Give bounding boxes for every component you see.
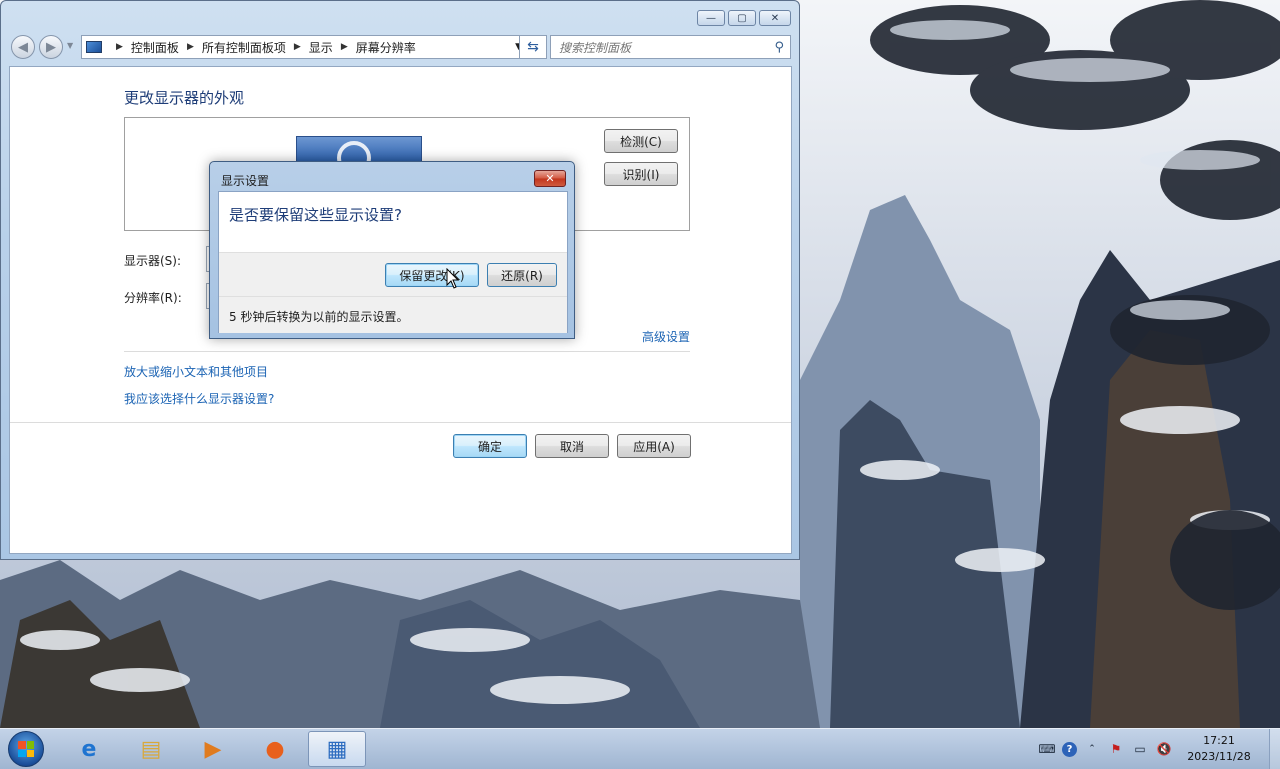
navigation-bar: ◀ ▶ ▼ ▶ 控制面板 ▶ 所有控制面板项 ▶ 显示 ▶ 屏幕分辨率 ▼ ⇆ … xyxy=(9,33,791,59)
breadcrumb-screen-resolution[interactable]: 屏幕分辨率 xyxy=(356,39,416,56)
back-arrow-icon: ◀ xyxy=(18,39,28,55)
taskbar-internet-explorer[interactable]: e xyxy=(60,731,118,767)
search-input[interactable] xyxy=(557,37,761,59)
dialog-button-bar: 保留更改(K) 还原(R) xyxy=(219,252,567,297)
close-button[interactable]: ✕ xyxy=(759,10,791,26)
breadcrumb-arrow-icon[interactable]: ▶ xyxy=(294,42,301,52)
breadcrumb-arrow-icon[interactable]: ▶ xyxy=(187,42,194,52)
apply-button[interactable]: 应用(A) xyxy=(617,434,691,458)
close-icon: ✕ xyxy=(545,172,555,185)
clock[interactable]: 17:21 2023/11/28 xyxy=(1179,733,1259,765)
refresh-button[interactable]: ⇆ xyxy=(519,35,547,59)
volume-muted-icon[interactable]: 🔇 xyxy=(1155,740,1173,758)
tray-expand-icon[interactable]: ⌃ xyxy=(1083,740,1101,758)
text-size-link[interactable]: 放大或缩小文本和其他项目 xyxy=(124,363,268,380)
display-settings-dialog: 显示设置 ✕ 是否要保留这些显示设置? 保留更改(K) 还原(R) 5 秒钟后转… xyxy=(209,161,575,339)
taskbar: e ▤ ▶ ● ▦ ⌨ ? ⌃ ⚑ ▭ 🔇 17:21 2023/11/28 xyxy=(0,728,1280,769)
taskbar-firefox[interactable]: ● xyxy=(246,731,304,767)
revert-button[interactable]: 还原(R) xyxy=(487,263,557,287)
breadcrumb-arrow-icon[interactable]: ▶ xyxy=(116,42,123,52)
forward-button[interactable]: ▶ xyxy=(39,35,63,59)
divider xyxy=(10,422,791,423)
control-panel-monitor-icon xyxy=(86,41,102,53)
minimize-icon: — xyxy=(706,12,716,24)
taskbar-file-explorer[interactable]: ▤ xyxy=(122,731,180,767)
internet-explorer-icon: e xyxy=(81,736,97,762)
file-explorer-icon: ▤ xyxy=(140,736,162,762)
network-icon[interactable]: ▭ xyxy=(1131,740,1149,758)
media-player-icon: ▶ xyxy=(204,736,222,762)
countdown-text: 5 秒钟后转换为以前的显示设置。 xyxy=(229,310,409,324)
close-icon: ✕ xyxy=(770,12,780,24)
show-desktop-button[interactable] xyxy=(1269,729,1280,769)
start-button[interactable] xyxy=(8,731,44,767)
windows-logo-icon xyxy=(18,741,34,757)
breadcrumb-arrow-icon[interactable]: ▶ xyxy=(341,42,348,52)
window-controls: — ▢ ✕ xyxy=(697,10,791,26)
clock-date: 2023/11/28 xyxy=(1187,750,1251,763)
forward-arrow-icon: ▶ xyxy=(46,39,56,55)
identify-button[interactable]: 识别(I) xyxy=(604,162,678,186)
maximize-button[interactable]: ▢ xyxy=(728,10,756,26)
dialog-question: 是否要保留这些显示设置? xyxy=(229,206,402,224)
maximize-icon: ▢ xyxy=(737,12,747,24)
cancel-button[interactable]: 取消 xyxy=(535,434,609,458)
address-bar[interactable]: ▶ 控制面板 ▶ 所有控制面板项 ▶ 显示 ▶ 屏幕分辨率 ▼ xyxy=(81,35,545,59)
action-center-flag-icon[interactable]: ⚑ xyxy=(1107,740,1125,758)
search-icon[interactable]: ⚲ xyxy=(774,40,784,55)
firefox-icon: ● xyxy=(265,736,285,762)
breadcrumb-control-panel[interactable]: 控制面板 xyxy=(131,39,179,56)
monitor-preview-icon[interactable] xyxy=(296,136,422,175)
system-tray: ⌨ ? ⌃ ⚑ ▭ 🔇 17:21 2023/11/28 xyxy=(1038,729,1280,769)
taskbar-media-player[interactable]: ▶ xyxy=(184,731,242,767)
help-icon[interactable]: ? xyxy=(1062,741,1077,757)
advanced-settings-link[interactable]: 高级设置 xyxy=(642,328,690,345)
keep-changes-button[interactable]: 保留更改(K) xyxy=(385,263,479,287)
keyboard-icon[interactable]: ⌨ xyxy=(1038,740,1056,758)
dialog-title: 显示设置 xyxy=(221,174,270,188)
resolution-label: 分辨率(R): xyxy=(124,291,182,305)
refresh-icon: ⇆ xyxy=(527,39,539,55)
recent-pages-dropdown-icon[interactable]: ▼ xyxy=(67,41,73,50)
detect-button[interactable]: 检测(C) xyxy=(604,129,678,153)
back-button[interactable]: ◀ xyxy=(11,35,35,59)
ok-button[interactable]: 确定 xyxy=(453,434,527,458)
search-box[interactable]: ⚲ xyxy=(550,35,791,59)
dialog-close-button[interactable]: ✕ xyxy=(534,170,566,187)
breadcrumb-all-items[interactable]: 所有控制面板项 xyxy=(202,39,286,56)
display-label: 显示器(S): xyxy=(124,254,182,268)
control-panel-icon: ▦ xyxy=(326,736,348,762)
page-title: 更改显示器的外观 xyxy=(124,89,245,107)
display-settings-help-link[interactable]: 我应该选择什么显示器设置? xyxy=(124,390,274,407)
minimize-button[interactable]: — xyxy=(697,10,725,26)
dialog-footer: 5 秒钟后转换为以前的显示设置。 xyxy=(219,296,567,333)
taskbar-control-panel[interactable]: ▦ xyxy=(308,731,366,767)
dialog-body: 是否要保留这些显示设置? 保留更改(K) 还原(R) 5 秒钟后转换为以前的显示… xyxy=(218,191,568,333)
breadcrumb-display[interactable]: 显示 xyxy=(309,39,333,56)
clock-time: 17:21 xyxy=(1203,734,1235,747)
divider xyxy=(124,351,690,352)
